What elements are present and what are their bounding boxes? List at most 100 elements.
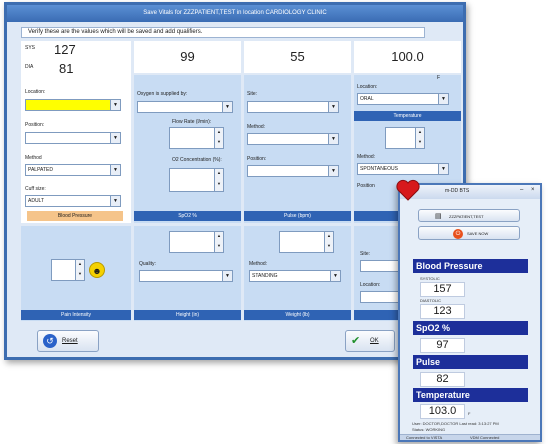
bp-method-value: PALPATED	[28, 167, 54, 173]
weight-method-value: STANDING	[252, 273, 278, 279]
oxygen-supplied-label: Oxygen is supplied by:	[137, 91, 188, 97]
temp-location-dropdown[interactable]: ORAL ▼	[357, 93, 449, 105]
weight-spinner[interactable]: ▲ ▼	[279, 231, 334, 253]
circ-site-label: Site:	[360, 251, 371, 257]
save-now-label: SAVE NOW	[467, 231, 489, 236]
bp-method-dropdown[interactable]: PALPATED ▼	[25, 164, 121, 176]
systolic-label: SYSTOLIC	[420, 276, 440, 281]
spinner-buttons[interactable]: ▲ ▼	[214, 128, 223, 148]
systolic-value: 157	[420, 282, 465, 297]
save-now-button[interactable]: ⏻ SAVE NOW	[418, 226, 520, 240]
spinner-buttons[interactable]: ▲ ▼	[214, 232, 223, 252]
footer-right: VDM Connected	[470, 435, 500, 440]
bp-location-label: Location:	[25, 89, 46, 95]
temp-location-value: ORAL	[360, 96, 374, 102]
popup-pulse-title: Pulse	[413, 355, 528, 369]
chevron-down-icon[interactable]: ▼	[110, 100, 120, 110]
height-spinner[interactable]: ▲ ▼	[169, 231, 224, 253]
bp-position-label: Position:	[25, 122, 45, 128]
pulse-site-label: Site:	[247, 91, 258, 97]
popup-spo2-value: 97	[420, 338, 465, 353]
spo2-panel	[134, 75, 241, 223]
popup-statusbar: Connected to VISTA VDM Connected	[400, 434, 540, 440]
ok-button[interactable]: ✔ OK	[345, 330, 395, 352]
verify-message: Verify these are the values which will b…	[21, 27, 425, 38]
chevron-down-icon[interactable]: ▼	[330, 271, 340, 281]
chevron-down-icon[interactable]: ▼	[110, 165, 120, 175]
patient-button[interactable]: ▤ ZZZPATIENT,TEST	[418, 209, 520, 222]
sys-label: SYS	[25, 45, 36, 51]
resp-spinner[interactable]: ▲ ▼	[385, 127, 425, 149]
ok-label: OK	[370, 338, 379, 344]
patient-button-label: ZZZPATIENT,TEST	[449, 214, 484, 219]
chevron-down-icon[interactable]: ▼	[222, 271, 232, 281]
popup-temp-unit: F	[468, 411, 471, 416]
heart-icon	[396, 179, 420, 201]
weight-header: Weight (lb)	[244, 310, 351, 320]
popup-bp-title: Blood Pressure	[413, 259, 528, 273]
spinner-buttons[interactable]: ▲ ▼	[214, 169, 223, 191]
spo2-value: 99	[180, 49, 195, 64]
chevron-down-icon[interactable]: ▼	[328, 102, 338, 112]
temp-value: 100.0	[391, 49, 424, 64]
spinner-buttons[interactable]: ▲ ▼	[415, 128, 424, 148]
sys-value: 127	[54, 42, 76, 57]
spinner-buttons[interactable]: ▲ ▼	[75, 260, 84, 280]
o2-concentration-spinner[interactable]: ▲ ▼	[169, 168, 224, 192]
resp-position-label: Position	[357, 183, 375, 189]
minimize-icon[interactable]: –	[520, 187, 523, 193]
popup-pulse-value: 82	[420, 372, 465, 387]
height-quality-dropdown[interactable]: ▼	[139, 270, 233, 282]
reset-label: Reset	[62, 338, 78, 344]
dia-label: DIA	[25, 64, 34, 70]
bp-location-dropdown[interactable]: ▼	[25, 99, 121, 111]
cuff-size-dropdown[interactable]: ADULT ▼	[25, 195, 121, 207]
chevron-down-icon[interactable]: ▼	[110, 133, 120, 143]
pain-spinner[interactable]: ▲ ▼	[51, 259, 85, 281]
close-icon[interactable]: ×	[531, 187, 535, 193]
temp-location-label: Location:	[357, 84, 378, 90]
circ-location-label: Location:	[360, 282, 381, 288]
chevron-down-icon[interactable]: ▼	[222, 102, 232, 112]
bp-position-dropdown[interactable]: ▼	[25, 132, 121, 144]
diastolic-label: DIASTOLIC	[420, 298, 442, 303]
resp-method-label: Method:	[357, 154, 376, 160]
temp-value-box: 100.0	[354, 41, 461, 73]
pain-header: Pain Intensity	[21, 310, 131, 320]
cuff-size-label: Cuff size:	[25, 186, 46, 192]
flow-rate-label: Flow Rate (l/min):	[172, 119, 212, 125]
reset-button[interactable]: ↺ Reset	[37, 330, 99, 352]
chevron-down-icon[interactable]: ▼	[110, 196, 120, 206]
chevron-down-icon[interactable]: ▼	[438, 164, 448, 174]
chevron-down-icon[interactable]: ▼	[328, 134, 338, 144]
o2-concentration-label: O2 Concentration (%):	[172, 157, 222, 163]
popup-spo2-title: SpO2 %	[413, 321, 528, 335]
chevron-down-icon[interactable]: ▼	[328, 166, 338, 176]
pulse-site-dropdown[interactable]: ▼	[247, 101, 339, 113]
diastolic-value: 123	[420, 304, 465, 319]
resp-method-dropdown[interactable]: SPONTANEOUS ▼	[357, 163, 449, 175]
pulse-value: 55	[290, 49, 305, 64]
bp-header: Blood Pressure	[27, 211, 123, 221]
patient-icon: ▤	[435, 213, 442, 220]
pulse-header: Pulse (bpm)	[244, 211, 351, 221]
pulse-panel	[244, 75, 351, 223]
temp-header: Temperature	[354, 111, 461, 121]
spinner-buttons[interactable]: ▲ ▼	[324, 232, 333, 252]
flow-rate-spinner[interactable]: ▲ ▼	[169, 127, 224, 149]
oxygen-supplied-dropdown[interactable]: ▼	[137, 101, 233, 113]
cuff-size-value: ADULT	[28, 198, 45, 204]
pulse-value-box: 55	[244, 41, 351, 73]
resp-method-value: SPONTANEOUS	[360, 166, 398, 172]
popup-titlebar: m-DD BTS – ×	[400, 185, 540, 199]
chevron-down-icon[interactable]: ▼	[438, 94, 448, 104]
pulse-position-dropdown[interactable]: ▼	[247, 165, 339, 177]
reset-icon: ↺	[43, 334, 57, 348]
spo2-value-box: 99	[134, 41, 241, 73]
popup-temp-value: 103.0	[420, 404, 465, 419]
pulse-method-label: Method:	[247, 124, 266, 130]
footer-left: Connected to VISTA	[406, 435, 443, 440]
height-quality-label: Quality:	[139, 261, 156, 267]
weight-method-dropdown[interactable]: STANDING ▼	[249, 270, 341, 282]
pulse-method-dropdown[interactable]: ▼	[247, 133, 339, 145]
